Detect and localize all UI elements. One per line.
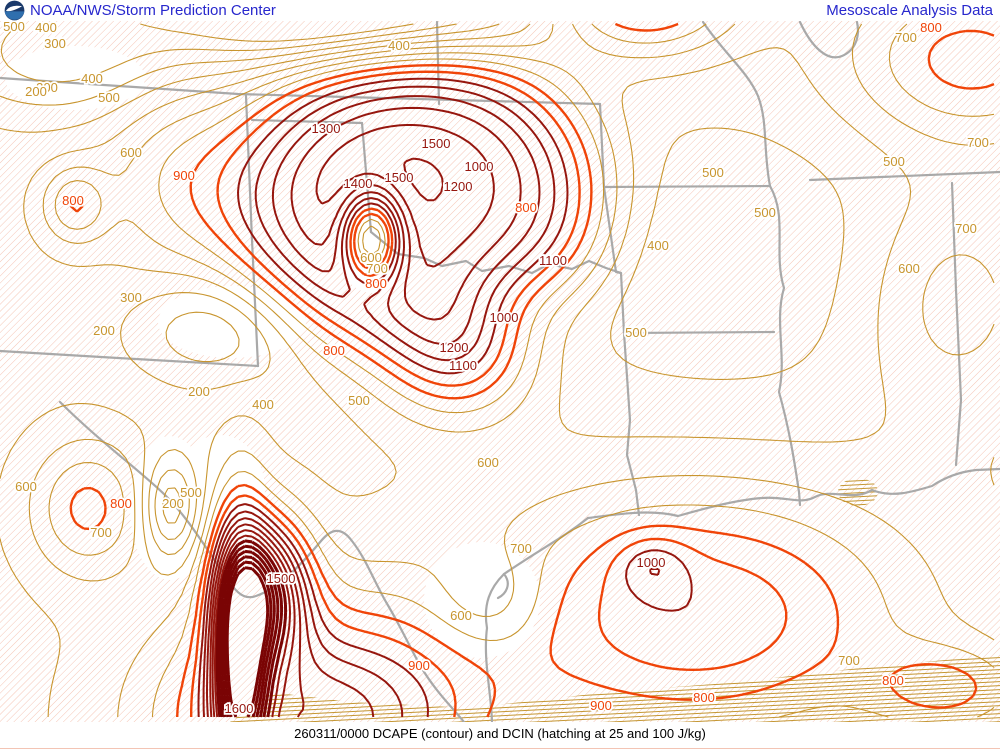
mesoscale-analysis-map: 5004003004003002005006004007005005004005… (0, 0, 1000, 750)
contour-label-800: 800 (515, 200, 537, 215)
contour-label-500: 500 (702, 165, 724, 180)
contour-label-800: 800 (920, 20, 942, 35)
contour-label-1200: 1200 (444, 179, 473, 194)
contour-label-600: 600 (450, 608, 472, 623)
contour-label-1000: 1000 (637, 555, 666, 570)
contour-label-1200: 1200 (440, 340, 469, 355)
contour-label-800: 800 (365, 276, 387, 291)
contour-label-1500: 1500 (385, 170, 414, 185)
contour-label-600: 600 (15, 479, 37, 494)
contour-label-1600: 1600 (225, 701, 254, 716)
contour-label-1000: 1000 (490, 310, 519, 325)
contour-label-1500: 1500 (422, 136, 451, 151)
contour-label-500: 500 (98, 90, 120, 105)
contour-label-200: 200 (25, 84, 47, 99)
contour-label-200: 200 (93, 323, 115, 338)
contour-label-700: 700 (510, 541, 532, 556)
contour-label-400: 400 (35, 20, 57, 35)
header-bar: NOAA/NWS/Storm Prediction Center Mesosca… (0, 0, 1000, 21)
contour-label-600: 600 (898, 261, 920, 276)
header-right-title: Mesoscale Analysis Data (826, 2, 993, 19)
header-left-title: NOAA/NWS/Storm Prediction Center (30, 2, 276, 19)
contour-label-1400: 1400 (344, 176, 373, 191)
contour-label-800: 800 (110, 496, 132, 511)
contour-label-800: 800 (693, 690, 715, 705)
map-caption: 260311/0000 DCAPE (contour) and DCIN (ha… (0, 726, 1000, 741)
contour-label-500: 500 (883, 154, 905, 169)
noaa-logo-icon (4, 0, 25, 21)
contour-label-400: 400 (252, 397, 274, 412)
contour-label-700: 700 (90, 525, 112, 540)
contour-label-1100: 1100 (449, 358, 477, 373)
contour-label-600: 600 (120, 145, 142, 160)
contour-label-500: 500 (625, 325, 647, 340)
contour-label-400: 400 (81, 71, 103, 86)
contour-label-800: 800 (62, 193, 84, 208)
contour-label-900: 900 (173, 168, 195, 183)
bottom-rule (0, 748, 1000, 749)
contour-label-500: 500 (754, 205, 776, 220)
contour-label-1100: 1100 (539, 253, 567, 268)
contour-label-400: 400 (388, 38, 410, 53)
border-missouri-arkansas (604, 186, 770, 187)
contour-label-700: 700 (967, 135, 989, 150)
contour-label-1300: 1300 (312, 121, 341, 136)
contour-label-300: 300 (44, 36, 66, 51)
dcin-hatch-100-pocket (838, 478, 878, 506)
contour-label-900: 900 (590, 698, 612, 713)
contour-label-700: 700 (366, 261, 388, 276)
contour-label-500: 500 (3, 19, 25, 34)
contour-label-800: 800 (882, 673, 904, 688)
contour-label-200: 200 (188, 384, 210, 399)
contour-label-600: 600 (477, 455, 499, 470)
contour-label-1500: 1500 (267, 571, 296, 586)
contour-label-700: 700 (895, 30, 917, 45)
contour-label-900: 900 (408, 658, 430, 673)
contour-label-1000: 1000 (465, 159, 494, 174)
contour-label-700: 700 (838, 653, 860, 668)
contour-label-700: 700 (955, 221, 977, 236)
contour-label-300: 300 (120, 290, 142, 305)
contour-label-800: 800 (323, 343, 345, 358)
contour-label-200: 200 (162, 496, 184, 511)
contour-label-500: 500 (348, 393, 370, 408)
contour-label-400: 400 (647, 238, 669, 253)
